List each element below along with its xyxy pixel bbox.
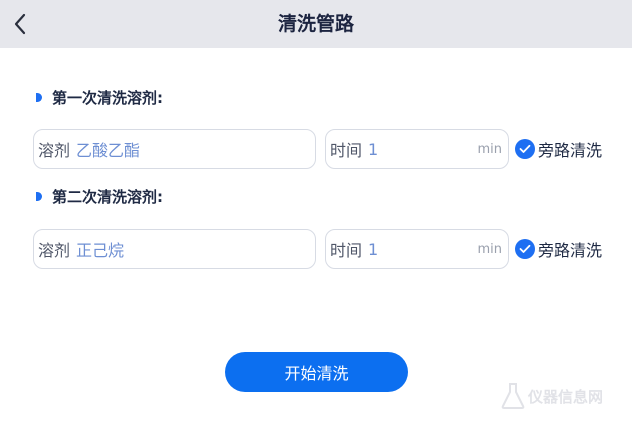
first-time-field[interactable]: 时间 1 min: [325, 129, 509, 169]
section-title-second: 第二次清洗溶剂:: [36, 185, 163, 207]
page-title: 清洗管路: [277, 13, 354, 35]
bullet-icon: [36, 191, 42, 201]
second-time-field[interactable]: 时间 1 min: [325, 229, 509, 269]
time-unit: min: [477, 141, 502, 157]
bullet-icon: [36, 92, 42, 102]
first-bypass-checkbox[interactable]: 旁路清洗: [515, 129, 602, 169]
time-unit: min: [477, 241, 502, 257]
time-label: 时间: [330, 241, 363, 260]
bypass-label: 旁路清洗: [538, 241, 603, 260]
time-value: 1: [368, 239, 379, 259]
second-solvent-field[interactable]: 溶剂 正己烷: [33, 229, 316, 269]
first-solvent-field[interactable]: 溶剂 乙酸乙酯: [33, 129, 316, 169]
section-title-first: 第一次清洗溶剂:: [36, 86, 163, 108]
checkmark-icon: [515, 239, 535, 259]
solvent-value: 乙酸乙酯: [76, 141, 141, 160]
start-cleaning-button[interactable]: 开始清洗: [225, 352, 408, 392]
time-value: 1: [368, 139, 379, 159]
bypass-label: 旁路清洗: [538, 141, 603, 160]
second-bypass-checkbox[interactable]: 旁路清洗: [515, 229, 602, 269]
checkmark-icon: [515, 139, 535, 159]
header-bar: 清洗管路: [0, 0, 632, 48]
solvent-label: 溶剂: [38, 141, 71, 160]
watermark: 仪器信息网: [500, 380, 625, 412]
solvent-value: 正己烷: [76, 241, 125, 260]
time-label: 时间: [330, 141, 363, 160]
flask-icon: [501, 383, 525, 409]
solvent-label: 溶剂: [38, 241, 71, 260]
